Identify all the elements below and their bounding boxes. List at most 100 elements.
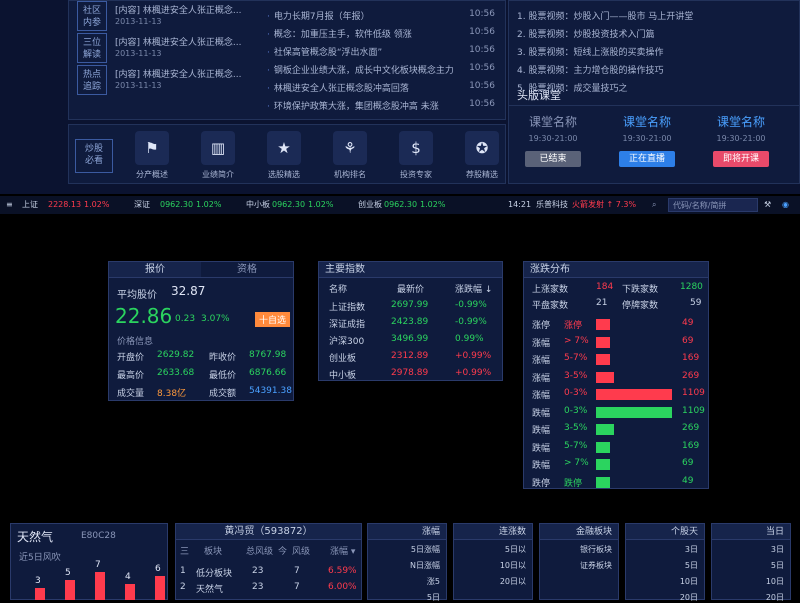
news-tag[interactable]: 三位 解读 bbox=[77, 33, 107, 63]
info-label: 昨收价 bbox=[209, 353, 237, 363]
dist-label: 涨幅 bbox=[532, 373, 551, 384]
mini-panel-item[interactable]: 20日以 bbox=[500, 576, 526, 587]
news-title[interactable]: [内容] 林楓进安全人张正概念... bbox=[115, 67, 241, 80]
distribution-title: 涨跌分布 bbox=[524, 262, 708, 278]
video-list-item[interactable]: 3. 股票视频：短线上涨股的买卖操作 bbox=[517, 45, 663, 58]
mini-panel-item[interactable]: 5日 bbox=[685, 560, 698, 571]
headline-item[interactable]: · 社保高管概念股“浮出水面” 10:56 bbox=[267, 45, 503, 63]
mini-panel-item[interactable]: 3日 bbox=[685, 544, 698, 555]
tool-icon-bar: 炒股 必看 ⚑ 分产概述 ▥ 业绩简介 ★ 选股精选 ⚘ 机构排名 $ 投资专家 ✪ 荐股精选 bbox=[68, 124, 506, 184]
ticker-bar: ≡ 上证 2228.13 1.02% 深证 0962.30 1.02% 中小板 0962.30… bbox=[0, 196, 800, 214]
index-header[interactable]: 名称 bbox=[329, 282, 347, 295]
mini-panel-item[interactable]: 银行板块 bbox=[580, 544, 612, 555]
lesson-name[interactable]: 课堂名称 bbox=[607, 113, 687, 130]
index-name[interactable]: 上证指数 bbox=[329, 300, 365, 313]
headline-time: 10:56 bbox=[469, 45, 495, 55]
dist-range: 0-3% bbox=[564, 388, 588, 398]
icon-tool[interactable]: ⚘ 机构排名 bbox=[327, 131, 373, 180]
add-watchlist-button[interactable]: 十自选 bbox=[255, 312, 291, 327]
stock-row-sector[interactable]: 天然气 bbox=[196, 582, 223, 595]
info-label: 开盘价 bbox=[117, 353, 145, 363]
index-name[interactable]: 深证成指 bbox=[329, 317, 365, 330]
mini-panel-item[interactable]: 5日涨幅 bbox=[411, 544, 440, 555]
index-name[interactable]: 中小板 bbox=[329, 368, 356, 381]
ticker-stock[interactable]: 乐普科技 bbox=[536, 196, 568, 214]
icon-tool-label: 业绩简介 bbox=[202, 170, 234, 179]
icon-tool[interactable]: ★ 选股精选 bbox=[261, 131, 307, 180]
stock-header[interactable]: 板块 bbox=[204, 544, 222, 557]
tab-quote[interactable]: 报价 bbox=[109, 262, 201, 277]
lesson-card: 课堂名称 19:30-21:00 已结束 bbox=[513, 113, 593, 167]
lesson-name[interactable]: 课堂名称 bbox=[701, 113, 781, 130]
badge-icon: ⚘ bbox=[333, 131, 367, 165]
video-list-item[interactable]: 1. 股票视频：炒股入门——股市 马上开讲堂 bbox=[517, 9, 693, 22]
gas-bar-value: 5 bbox=[65, 568, 71, 578]
ticker-index-name[interactable]: 创业板 bbox=[358, 196, 382, 214]
headline-item[interactable]: · 钢板企业业绩大涨，成长中文化板块概念主力 10:56 bbox=[267, 63, 503, 81]
headline-item[interactable]: · 环境保护政策大涨，集团概念股冲高 未涨 10:56 bbox=[267, 99, 503, 117]
lesson-button[interactable]: 即将开课 bbox=[713, 151, 769, 167]
stock-header[interactable]: 总风级 bbox=[246, 544, 273, 557]
index-price: 2978.89 bbox=[391, 368, 429, 378]
index-name[interactable]: 沪深300 bbox=[329, 334, 364, 347]
mini-panel-item[interactable]: 5日 bbox=[771, 560, 784, 571]
dist-bar bbox=[596, 319, 610, 330]
mini-panel-item[interactable]: 10日以 bbox=[500, 560, 526, 571]
stock-header[interactable]: 涨幅 ▾ bbox=[330, 544, 355, 557]
tab-qualification[interactable]: 资格 bbox=[201, 262, 293, 277]
stock-header[interactable]: 三 bbox=[180, 544, 189, 557]
dist-bar bbox=[596, 336, 610, 348]
dist-value: 269 bbox=[682, 423, 700, 433]
mini-panel-item[interactable]: 10日 bbox=[766, 576, 784, 587]
index-name[interactable]: 创业板 bbox=[329, 351, 356, 364]
index-price: 3496.99 bbox=[391, 334, 429, 344]
icon-tool[interactable]: ▥ 业绩简介 bbox=[195, 131, 241, 180]
index-header[interactable]: 涨跌幅 ↓ bbox=[455, 282, 492, 295]
bar-chart-icon: ▥ bbox=[201, 131, 235, 165]
video-list-item[interactable]: 2. 股票视频：炒股投资技术入门篇 bbox=[517, 27, 654, 40]
news-date: 2013-11-13 bbox=[115, 81, 162, 90]
news-title[interactable]: [内容] 林楓进安全人张正概念... bbox=[115, 35, 241, 48]
tools-icon[interactable]: ⚒ bbox=[764, 196, 771, 214]
gas-code: E80C28 bbox=[81, 531, 116, 541]
ticker-alert[interactable]: 火箭发射 ↑ 7.3% bbox=[572, 196, 636, 214]
icon-tool[interactable]: ✪ 荐股精选 bbox=[459, 131, 505, 180]
tag-hot-topic[interactable]: 炒股 必看 bbox=[75, 139, 113, 173]
lesson-name[interactable]: 课堂名称 bbox=[513, 113, 593, 130]
mini-panel-item[interactable]: 5日以 bbox=[505, 544, 526, 555]
search-icon[interactable]: ⌕ bbox=[652, 196, 656, 214]
stock-row-sector[interactable]: 低分板块 bbox=[196, 566, 232, 579]
lesson-button[interactable]: 已结束 bbox=[525, 151, 581, 167]
ticker-menu-icon[interactable]: ≡ bbox=[6, 196, 13, 214]
headline-item[interactable]: · 林楓进安全人张正概念股冲高回落 10:56 bbox=[267, 81, 503, 99]
video-list-item[interactable]: 4. 股票视频：主力增仓股的操作技巧 bbox=[517, 63, 663, 76]
news-title[interactable]: [内容] 林楓进安全人张正概念... bbox=[115, 3, 241, 16]
icon-tool-label: 选股精选 bbox=[268, 170, 300, 179]
mini-panel-item[interactable]: 5日 bbox=[427, 592, 440, 603]
mini-panel-item[interactable]: 证券板块 bbox=[580, 560, 612, 571]
mini-panel-item[interactable]: 20日 bbox=[680, 592, 698, 603]
mini-panel-item[interactable]: N日涨幅 bbox=[410, 560, 440, 571]
index-header[interactable]: 最新价 bbox=[397, 282, 424, 295]
lesson-button[interactable]: 正在直播 bbox=[619, 151, 675, 167]
ticker-index-name[interactable]: 深证 bbox=[134, 196, 150, 214]
current-price: 22.86 bbox=[115, 304, 173, 328]
headline-text: 社保高管概念股“浮出水面” bbox=[273, 48, 383, 58]
ticker-index-name[interactable]: 上证 bbox=[22, 196, 38, 214]
mini-panel-item[interactable]: 3日 bbox=[771, 544, 784, 555]
icon-tool[interactable]: $ 投资专家 bbox=[393, 131, 439, 180]
mini-panel-item[interactable]: 涨5 bbox=[427, 576, 440, 587]
stock-header[interactable]: 风级 bbox=[292, 544, 310, 557]
mini-panel: 连涨数 5日以 10日以 20日以 bbox=[453, 523, 533, 600]
stock-header[interactable]: 今 bbox=[278, 544, 287, 557]
ticker-index-name[interactable]: 中小板 bbox=[246, 196, 270, 214]
mini-panel-item[interactable]: 10日 bbox=[680, 576, 698, 587]
news-tag[interactable]: 热点 追踪 bbox=[77, 65, 107, 95]
news-tag[interactable]: 社区 内参 bbox=[77, 1, 107, 31]
mini-panel-item[interactable]: 20日 bbox=[766, 592, 784, 603]
icon-tool[interactable]: ⚑ 分产概述 bbox=[129, 131, 175, 180]
user-icon[interactable]: ◉ bbox=[782, 196, 789, 214]
headline-item[interactable]: · 电力长期7月报（年报） 10:56 bbox=[267, 9, 503, 27]
headline-item[interactable]: · 概念：加重压主手，软件低级 领涨 10:56 bbox=[267, 27, 503, 45]
search-input[interactable]: 代码/名称/简拼 bbox=[668, 198, 758, 212]
